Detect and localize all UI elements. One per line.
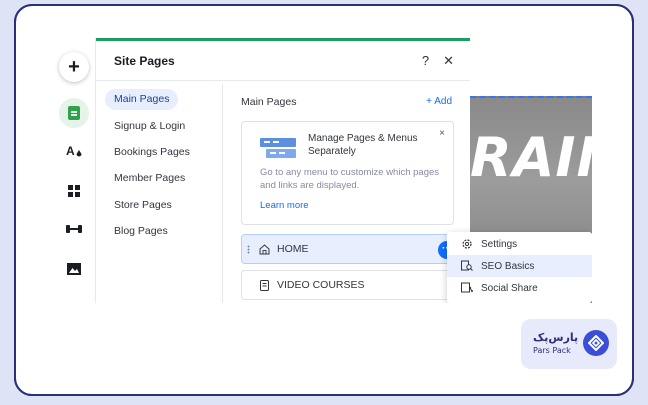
- business-icon[interactable]: [59, 214, 89, 244]
- category-blog-pages[interactable]: Blog Pages: [105, 221, 177, 242]
- category-bookings-pages[interactable]: Bookings Pages: [105, 142, 199, 163]
- category-store-pages[interactable]: Store Pages: [105, 195, 181, 216]
- logo-text-en: Pars Pack: [533, 346, 571, 355]
- menu-item-label: Settings: [481, 238, 518, 250]
- drag-handle-icon[interactable]: [247, 245, 250, 254]
- seo-icon: [461, 260, 473, 272]
- page-row-video-courses[interactable]: VIDEO COURSES: [241, 270, 454, 300]
- apps-icon[interactable]: [59, 176, 89, 206]
- svg-text:A: A: [66, 144, 75, 158]
- logo-text-fa: پارس‌پک: [533, 331, 579, 344]
- pages-icon[interactable]: [59, 98, 89, 128]
- menu-item-social-share[interactable]: Social Share: [447, 277, 592, 299]
- info-text: Go to any menu to customize which pages …: [260, 167, 440, 191]
- add-icon[interactable]: +: [59, 52, 89, 82]
- category-signup-login[interactable]: Signup & Login: [105, 116, 194, 137]
- design-icon[interactable]: A: [59, 136, 89, 166]
- info-title: Manage Pages & Menus Separately: [308, 133, 418, 157]
- panel-body: Main Pages Signup & Login Bookings Pages…: [96, 84, 470, 303]
- menu-illustration-icon: [260, 138, 296, 158]
- panel-title: Site Pages: [114, 53, 175, 68]
- menu-item-seo-basics[interactable]: SEO Basics: [447, 255, 592, 277]
- editor-screenshot: + A Site Pages ? ✕ Main Pages Signup & L…: [52, 38, 592, 303]
- page-label: HOME: [277, 243, 309, 255]
- page-label: VIDEO COURSES: [277, 279, 365, 291]
- left-toolbar: + A: [52, 38, 96, 303]
- logo-mark-icon: [583, 330, 609, 356]
- close-icon[interactable]: ✕: [443, 53, 454, 69]
- home-icon: [258, 243, 270, 255]
- panel-header: Site Pages ? ✕: [96, 41, 470, 81]
- category-main-pages[interactable]: Main Pages: [105, 89, 179, 110]
- preview-heading: RAIN: [470, 126, 592, 189]
- learn-more-link[interactable]: Learn more: [260, 200, 309, 211]
- page-context-menu: Settings SEO Basics Social Share: [447, 232, 592, 303]
- pages-heading: Main Pages: [241, 96, 297, 108]
- site-pages-panel: Site Pages ? ✕ Main Pages Signup & Login…: [96, 38, 470, 303]
- info-close-icon[interactable]: ×: [439, 128, 445, 139]
- info-box: Manage Pages & Menus Separately × Go to …: [241, 121, 454, 225]
- page-icon: [258, 279, 270, 291]
- help-icon[interactable]: ?: [422, 53, 429, 68]
- menu-item-label: SEO Basics: [481, 260, 535, 272]
- category-member-pages[interactable]: Member Pages: [105, 168, 194, 189]
- menu-item-label: Social Share: [481, 282, 538, 294]
- share-icon: [461, 282, 473, 294]
- gear-icon: [461, 238, 473, 250]
- media-icon[interactable]: [59, 254, 89, 284]
- page-categories: Main Pages Signup & Login Bookings Pages…: [96, 84, 223, 303]
- menu-item-settings[interactable]: Settings: [447, 233, 592, 255]
- parspack-logo: پارس‌پک Pars Pack: [521, 319, 617, 369]
- page-row-home[interactable]: HOME ···: [241, 234, 456, 264]
- add-page-button[interactable]: + Add: [426, 96, 452, 107]
- pages-list: Main Pages + Add Manage Pages & Menus Se…: [223, 84, 470, 303]
